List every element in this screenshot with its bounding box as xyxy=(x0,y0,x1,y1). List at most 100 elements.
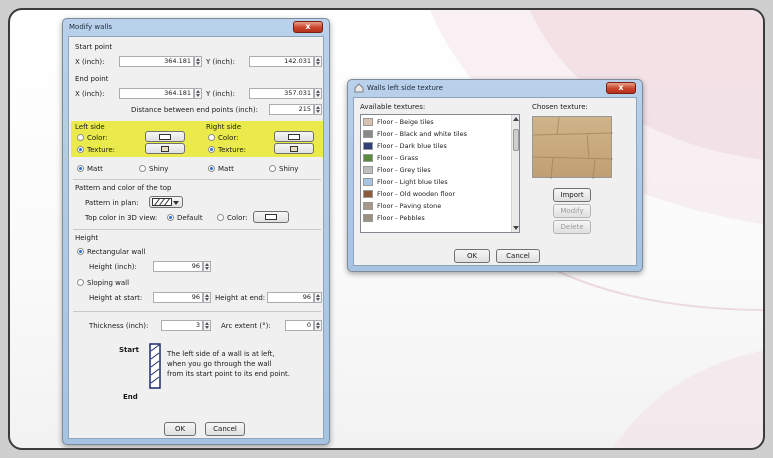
right-shiny-radio[interactable] xyxy=(269,165,276,172)
cancel-button[interactable]: Cancel xyxy=(496,249,540,263)
list-item[interactable]: Floor - Pebbles xyxy=(363,213,501,223)
end-x-stepper[interactable] xyxy=(194,88,202,99)
chosen-texture-label: Chosen texture: xyxy=(532,103,588,111)
texture-thumbnail xyxy=(363,166,373,174)
rectangular-wall-radio[interactable] xyxy=(77,248,84,255)
left-texture-label: Texture: xyxy=(87,146,115,154)
texture-list-scrollbar[interactable] xyxy=(511,115,519,232)
right-texture-button[interactable] xyxy=(274,143,314,154)
left-texture-radio[interactable] xyxy=(77,146,84,153)
height-at-start-stepper[interactable] xyxy=(203,292,211,303)
height-at-start-label: Height at start: xyxy=(89,294,143,302)
ok-button[interactable]: OK xyxy=(454,249,490,263)
list-item[interactable]: Floor - Beige tiles xyxy=(363,117,501,127)
end-y-input[interactable]: 357.031 xyxy=(249,88,314,99)
wall-direction-icon xyxy=(149,343,161,389)
height-stepper[interactable] xyxy=(203,261,211,272)
ok-button[interactable]: OK xyxy=(164,422,196,436)
distance-stepper[interactable] xyxy=(314,104,322,115)
cancel-button[interactable]: Cancel xyxy=(205,422,245,436)
list-item[interactable]: Floor - Dark blue tiles xyxy=(363,141,501,151)
texture-dialog-content: Available textures: Chosen texture: Floo… xyxy=(353,97,637,266)
start-y-stepper[interactable] xyxy=(314,56,322,67)
left-side-label: Left side xyxy=(75,123,105,131)
height-at-start-input[interactable]: 96 xyxy=(153,292,203,303)
list-item-label: Floor - Grass xyxy=(377,154,419,162)
modify-walls-dialog: Modify walls x Start point X (inch): 364… xyxy=(62,18,330,445)
arc-extent-label: Arc extent (°): xyxy=(221,322,271,330)
pattern-dropdown[interactable] xyxy=(149,196,183,208)
top-color-default-radio[interactable] xyxy=(167,214,174,221)
close-icon: x xyxy=(305,22,311,31)
thickness-input[interactable]: 3 xyxy=(161,320,203,331)
list-item[interactable]: Floor - Old wooden floor xyxy=(363,189,501,199)
end-y-label: Y (inch): xyxy=(206,90,235,98)
texture-dialog-titlebar[interactable]: Walls left side texture x xyxy=(348,80,642,97)
scroll-up-icon[interactable] xyxy=(513,117,519,121)
distance-label: Distance between end points (inch): xyxy=(131,106,258,114)
end-point-label: End point xyxy=(75,75,109,83)
start-y-label: Y (inch): xyxy=(206,58,235,66)
start-y-input[interactable]: 142.031 xyxy=(249,56,314,67)
help-text-line2: when you go through the wall xyxy=(167,360,272,368)
sloping-wall-radio[interactable] xyxy=(77,279,84,286)
left-color-button[interactable] xyxy=(145,131,185,142)
left-matt-radio[interactable] xyxy=(77,165,84,172)
list-item[interactable]: Floor - Grass xyxy=(363,153,501,163)
top-color-default-label: Default xyxy=(177,214,203,222)
right-color-button[interactable] xyxy=(274,131,314,142)
left-color-label: Color: xyxy=(87,134,108,142)
modify-walls-title: Modify walls xyxy=(69,23,112,31)
separator xyxy=(73,311,321,312)
modify-walls-titlebar[interactable]: Modify walls x xyxy=(63,19,329,36)
help-text-line1: The left side of a wall is at left, xyxy=(167,350,275,358)
top-color-button[interactable] xyxy=(253,211,289,223)
color-swatch-icon xyxy=(159,134,171,140)
right-matt-label: Matt xyxy=(218,165,234,173)
top-color-color-radio[interactable] xyxy=(217,214,224,221)
right-matt-radio[interactable] xyxy=(208,165,215,172)
left-shiny-radio[interactable] xyxy=(139,165,146,172)
start-x-stepper[interactable] xyxy=(194,56,202,67)
height-at-end-input[interactable]: 96 xyxy=(267,292,314,303)
left-shiny-label: Shiny xyxy=(149,165,169,173)
pattern-in-plan-label: Pattern in plan: xyxy=(85,199,139,207)
thickness-stepper[interactable] xyxy=(203,320,211,331)
top-color-label: Top color in 3D view: xyxy=(85,214,158,222)
list-item[interactable]: Floor - Paving stone xyxy=(363,201,501,211)
right-color-radio[interactable] xyxy=(208,134,215,141)
start-x-input[interactable]: 364.181 xyxy=(119,56,194,67)
delete-button[interactable]: Delete xyxy=(553,220,591,234)
modify-button[interactable]: Modify xyxy=(553,204,591,218)
list-item[interactable]: Floor - Light blue tiles xyxy=(363,177,501,187)
list-item-label: Floor - Old wooden floor xyxy=(377,190,456,198)
sweet-home-icon xyxy=(354,83,364,93)
texture-swatch-icon xyxy=(161,146,169,152)
color-swatch-icon xyxy=(288,134,300,140)
list-item[interactable]: Floor - Black and white tiles xyxy=(363,129,501,139)
arc-extent-input[interactable]: 0 xyxy=(285,320,314,331)
list-item[interactable]: Floor - Grey tiles xyxy=(363,165,501,175)
import-button[interactable]: Import xyxy=(553,188,591,202)
height-at-end-label: Height at end: xyxy=(215,294,266,302)
end-x-input[interactable]: 364.181 xyxy=(119,88,194,99)
presentation-frame: Modify walls x Start point X (inch): 364… xyxy=(8,8,765,450)
end-word: End xyxy=(123,393,138,401)
close-button[interactable]: x xyxy=(606,82,636,94)
end-y-stepper[interactable] xyxy=(314,88,322,99)
scroll-down-icon[interactable] xyxy=(513,226,519,230)
height-at-end-stepper[interactable] xyxy=(314,292,322,303)
arc-extent-stepper[interactable] xyxy=(314,320,322,331)
close-button[interactable]: x xyxy=(293,21,323,33)
right-texture-radio[interactable] xyxy=(208,146,215,153)
left-texture-button[interactable] xyxy=(145,143,185,154)
left-color-radio[interactable] xyxy=(77,134,84,141)
distance-input[interactable]: 215 xyxy=(269,104,314,115)
texture-thumbnail xyxy=(363,178,373,186)
height-input[interactable]: 96 xyxy=(153,261,203,272)
scroll-thumb[interactable] xyxy=(513,129,519,151)
list-item-label: Floor - Grey tiles xyxy=(377,166,431,174)
right-color-label: Color: xyxy=(218,134,239,142)
left-matt-label: Matt xyxy=(87,165,103,173)
texture-list[interactable]: Floor - Beige tiles Floor - Black and whi… xyxy=(360,114,520,233)
